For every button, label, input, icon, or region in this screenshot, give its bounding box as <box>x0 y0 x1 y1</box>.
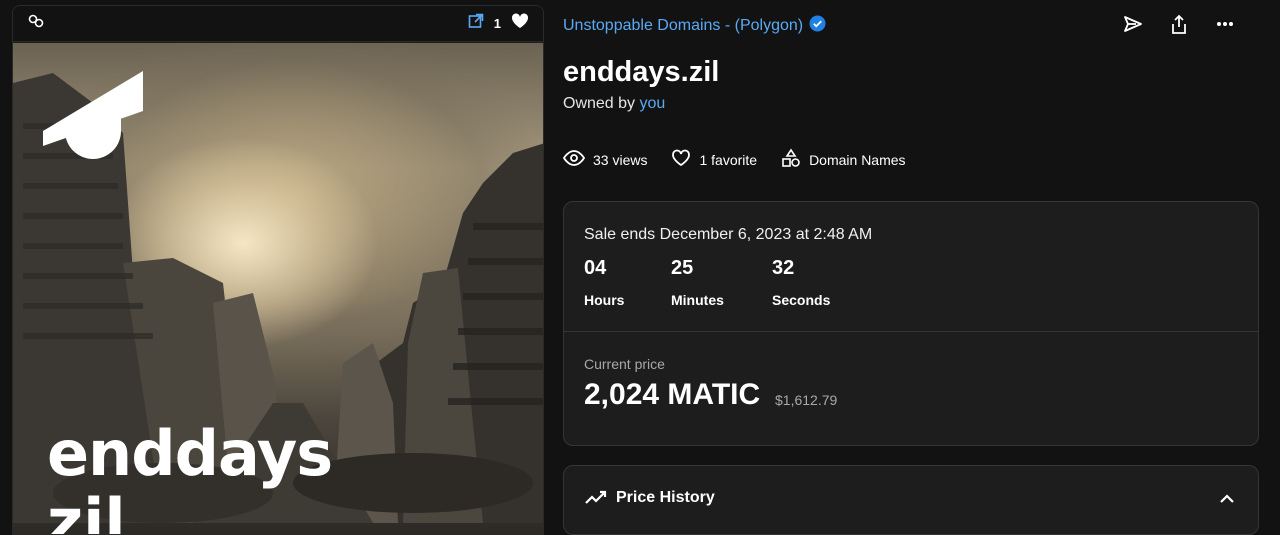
sale-ends-text: Sale ends December 6, 2023 at 2:48 AM <box>584 226 873 243</box>
category-label: Domain Names <box>809 151 906 168</box>
trend-line-icon <box>585 490 607 511</box>
current-price: 2,024 MATIC <box>584 378 761 411</box>
eye-icon <box>562 150 586 169</box>
views-stat: 33 views <box>562 150 648 169</box>
external-link-icon[interactable] <box>468 13 484 34</box>
art-domain-tld: zil <box>47 485 126 535</box>
seconds-label: Seconds <box>772 292 831 308</box>
sale-divider <box>564 331 1258 332</box>
minutes-label: Minutes <box>671 292 724 308</box>
heart-outline-icon <box>671 149 691 170</box>
shapes-icon <box>781 148 801 171</box>
transfer-send-icon[interactable] <box>1123 14 1143 41</box>
collection-link[interactable]: Unstoppable Domains - (Polygon) <box>563 17 803 35</box>
price-history-label: Price History <box>616 489 715 506</box>
verified-badge-icon <box>809 15 826 37</box>
item-image[interactable]: enddays zil <box>13 43 543 535</box>
sale-panel: Sale ends December 6, 2023 at 2:48 AM 04… <box>563 201 1259 446</box>
favorites-stat[interactable]: 1 favorite <box>671 149 757 170</box>
countdown-minutes: 25 <box>671 257 694 279</box>
heart-icon[interactable] <box>511 13 529 34</box>
views-count: 33 views <box>593 151 648 168</box>
media-card-header: 1 <box>13 6 543 42</box>
price-history-panel[interactable]: Price History <box>563 465 1259 535</box>
owner-link[interactable]: you <box>640 95 666 112</box>
owned-by-label: Owned by <box>563 95 636 112</box>
art-domain-name: enddays <box>47 417 333 490</box>
hours-label: Hours <box>584 292 625 308</box>
countdown-hours: 04 <box>584 257 607 279</box>
current-price-label: Current price <box>584 356 665 372</box>
favorites-count: 1 favorite <box>699 151 758 168</box>
more-options-icon[interactable] <box>1215 14 1235 41</box>
share-icon[interactable] <box>1169 14 1189 41</box>
item-stats: 33 views 1 favorite Domain Names <box>562 148 906 171</box>
chain-link-icon[interactable] <box>27 12 45 35</box>
category-stat[interactable]: Domain Names <box>781 148 906 171</box>
owned-by: Owned by you <box>563 95 665 113</box>
countdown-seconds: 32 <box>772 257 795 279</box>
item-media-card: 1 enddays zil <box>12 5 544 535</box>
current-price-usd: $1,612.79 <box>775 392 838 408</box>
collection-row: Unstoppable Domains - (Polygon) <box>563 15 826 37</box>
chevron-up-icon[interactable] <box>1219 492 1235 510</box>
item-title: enddays.zil <box>563 56 720 88</box>
unstoppable-domains-logo-icon <box>43 71 143 159</box>
favorite-count: 1 <box>493 16 501 31</box>
item-actions <box>1123 14 1235 41</box>
